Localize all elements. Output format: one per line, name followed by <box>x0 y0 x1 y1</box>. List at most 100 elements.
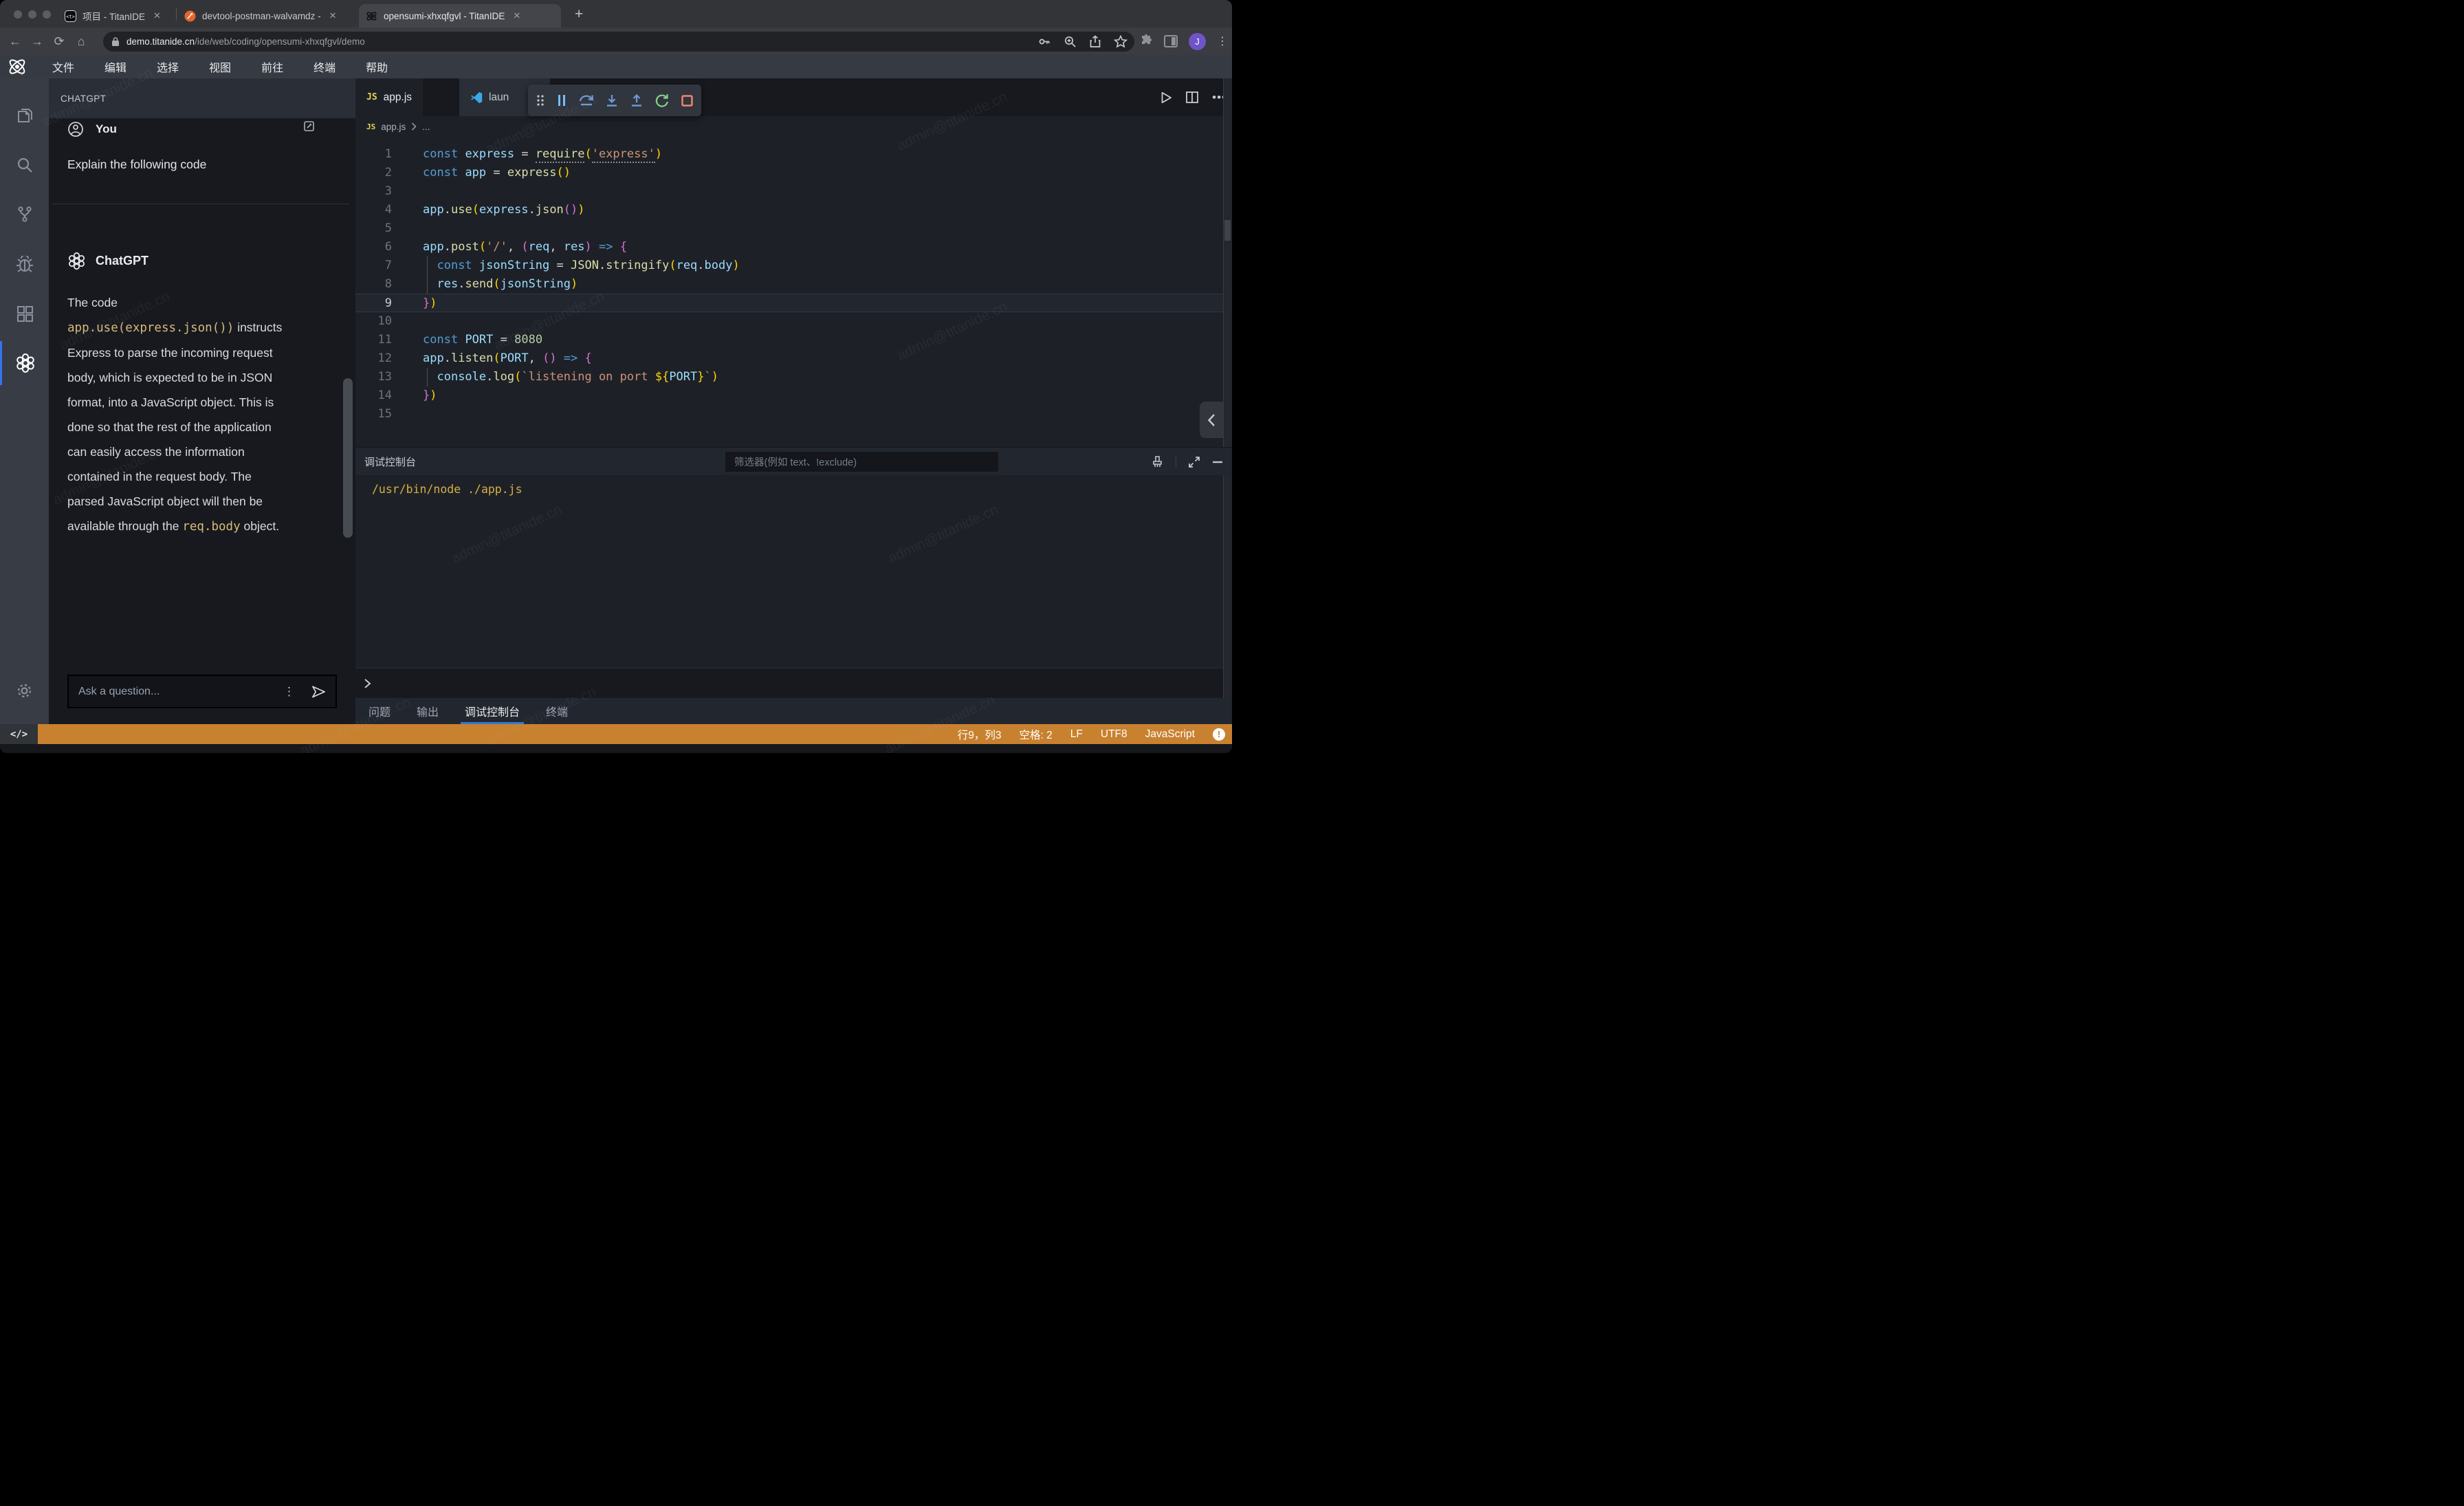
code-server-icon[interactable]: </> <box>0 724 38 744</box>
code-line[interactable]: 2const app = express() <box>355 164 1223 182</box>
tab-close-icon[interactable]: ✕ <box>329 10 337 21</box>
menu-go[interactable]: 前往 <box>246 58 298 75</box>
code-line[interactable]: 14}) <box>355 386 1223 405</box>
tab-close-icon[interactable]: ✕ <box>513 10 520 21</box>
code-line[interactable]: 9}) <box>355 294 1223 312</box>
line-number[interactable]: 11 <box>355 331 392 349</box>
code-line[interactable]: 4app.use(express.json()) <box>355 201 1223 219</box>
code-line[interactable]: 15 <box>355 405 1223 424</box>
home-icon[interactable]: ⌂ <box>70 34 92 49</box>
status-eol[interactable]: LF <box>1070 728 1083 741</box>
panel-tab-output[interactable]: 输出 <box>417 698 439 724</box>
panel-tab-terminal[interactable]: 终端 <box>546 698 568 724</box>
code-line[interactable]: 13 console.log(`listening on port ${PORT… <box>355 368 1223 386</box>
line-number[interactable]: 2 <box>355 164 392 182</box>
status-encoding[interactable]: UTF8 <box>1101 728 1128 741</box>
step-over-icon[interactable] <box>579 94 594 107</box>
menu-edit[interactable]: 编辑 <box>89 58 142 75</box>
search-icon[interactable] <box>0 143 49 187</box>
profile-avatar[interactable]: J <box>1189 33 1206 50</box>
line-number[interactable]: 14 <box>355 386 392 405</box>
step-out-icon[interactable] <box>630 94 643 107</box>
send-icon[interactable] <box>311 685 326 699</box>
editor-scrollbar-thumb[interactable] <box>1224 220 1231 241</box>
ask-question-input[interactable]: Ask a question... ⋮ <box>67 675 337 708</box>
expand-right-panel-button[interactable] <box>1200 402 1223 438</box>
zoom-icon[interactable] <box>1064 35 1077 48</box>
panel-tab-problems[interactable]: 问题 <box>368 698 390 724</box>
menu-file[interactable]: 文件 <box>37 58 89 75</box>
reload-icon[interactable]: ⟳ <box>48 34 70 49</box>
editor-tab-appjs[interactable]: JS app.js <box>355 78 423 116</box>
status-language[interactable]: JavaScript <box>1145 728 1195 741</box>
chat-input-kebab-icon[interactable]: ⋮ <box>283 685 295 699</box>
restart-icon[interactable] <box>655 94 669 107</box>
status-indent[interactable]: 空格: 2 <box>1020 727 1053 742</box>
code-line[interactable]: 1const express = require('express') <box>355 145 1223 164</box>
pause-icon[interactable] <box>557 94 566 107</box>
password-key-icon[interactable] <box>1038 35 1051 48</box>
chatgpt-icon[interactable] <box>0 341 49 385</box>
share-icon[interactable] <box>1089 35 1101 48</box>
tab-close-icon[interactable]: ✕ <box>153 10 161 21</box>
browser-tab-project[interactable]: <t> 项目 - TitanIDE ✕ <box>58 4 173 28</box>
line-number[interactable]: 1 <box>355 145 392 164</box>
console-repl-input[interactable] <box>355 668 1223 698</box>
debug-icon[interactable] <box>0 243 49 287</box>
drag-grip-icon[interactable] <box>536 94 544 107</box>
code-line[interactable]: 8 res.send(jsonString) <box>355 275 1223 294</box>
line-number[interactable]: 15 <box>355 405 392 424</box>
back-icon[interactable]: ← <box>4 34 26 49</box>
side-panel-icon[interactable] <box>1164 35 1178 47</box>
source-control-icon[interactable] <box>0 192 49 236</box>
window-close-button[interactable] <box>14 10 22 19</box>
line-number[interactable]: 10 <box>355 312 392 331</box>
status-line-col[interactable]: 行9，列3 <box>958 727 1002 742</box>
chat-scrollbar[interactable] <box>343 378 353 538</box>
window-zoom-button[interactable] <box>43 10 51 19</box>
new-tab-button[interactable]: + <box>575 6 583 23</box>
line-number[interactable]: 8 <box>355 275 392 294</box>
code-editor[interactable]: 1const express = require('express')2cons… <box>355 137 1223 447</box>
notification-warning-icon[interactable]: ! <box>1213 728 1225 741</box>
panel-tab-debug-console[interactable]: 调试控制台 <box>465 698 520 724</box>
menu-terminal[interactable]: 终端 <box>298 58 351 75</box>
maximize-panel-icon[interactable] <box>1188 456 1200 468</box>
browser-tab-opensumi[interactable]: opensumi-xhxqfgvl - TitanIDE ✕ <box>359 4 561 28</box>
line-number[interactable]: 13 <box>355 368 392 386</box>
window-minimize-button[interactable] <box>28 10 36 19</box>
code-line[interactable]: 11const PORT = 8080 <box>355 331 1223 349</box>
breadcrumb[interactable]: JS app.js ... <box>355 116 1232 137</box>
browser-tab-postman[interactable]: devtool-postman-walvamdz - ✕ <box>177 4 358 28</box>
menu-view[interactable]: 视图 <box>194 58 246 75</box>
line-number[interactable]: 9 <box>355 294 392 313</box>
code-line[interactable]: 3 <box>355 182 1223 201</box>
menu-help[interactable]: 帮助 <box>351 58 403 75</box>
menu-selection[interactable]: 选择 <box>142 58 194 75</box>
forward-icon[interactable]: → <box>26 34 48 49</box>
step-into-icon[interactable] <box>606 94 618 107</box>
stop-icon[interactable] <box>681 95 693 107</box>
extensions-puzzle-icon[interactable] <box>1139 34 1153 48</box>
line-number[interactable]: 6 <box>355 238 392 257</box>
address-bar[interactable]: demo.titanide.cn/ide/web/coding/opensumi… <box>103 32 1134 52</box>
code-line[interactable]: 7 const jsonString = JSON.stringify(req.… <box>355 257 1223 275</box>
line-number[interactable]: 12 <box>355 349 392 368</box>
code-line[interactable]: 12app.listen(PORT, () => { <box>355 349 1223 368</box>
browser-menu-kebab-icon[interactable]: ⋮ <box>1217 34 1228 48</box>
breadcrumb-file[interactable]: app.js <box>381 122 406 132</box>
line-number[interactable]: 3 <box>355 182 392 201</box>
bookmark-star-icon[interactable] <box>1114 35 1128 48</box>
breadcrumb-more[interactable]: ... <box>422 122 430 132</box>
run-icon[interactable] <box>1160 91 1172 104</box>
code-line[interactable]: 5 <box>355 219 1223 238</box>
line-number[interactable]: 7 <box>355 257 392 275</box>
extensions-icon[interactable] <box>0 292 49 336</box>
code-line[interactable]: 6app.post('/', (req, res) => { <box>355 238 1223 257</box>
explorer-files-icon[interactable] <box>0 94 49 138</box>
split-editor-icon[interactable] <box>1186 91 1198 103</box>
code-line[interactable]: 10 <box>355 312 1223 331</box>
clear-console-icon[interactable] <box>1151 455 1164 468</box>
console-filter-input[interactable]: 筛选器(例如 text、!exclude) <box>725 452 998 472</box>
insert-edit-icon[interactable] <box>304 121 314 131</box>
